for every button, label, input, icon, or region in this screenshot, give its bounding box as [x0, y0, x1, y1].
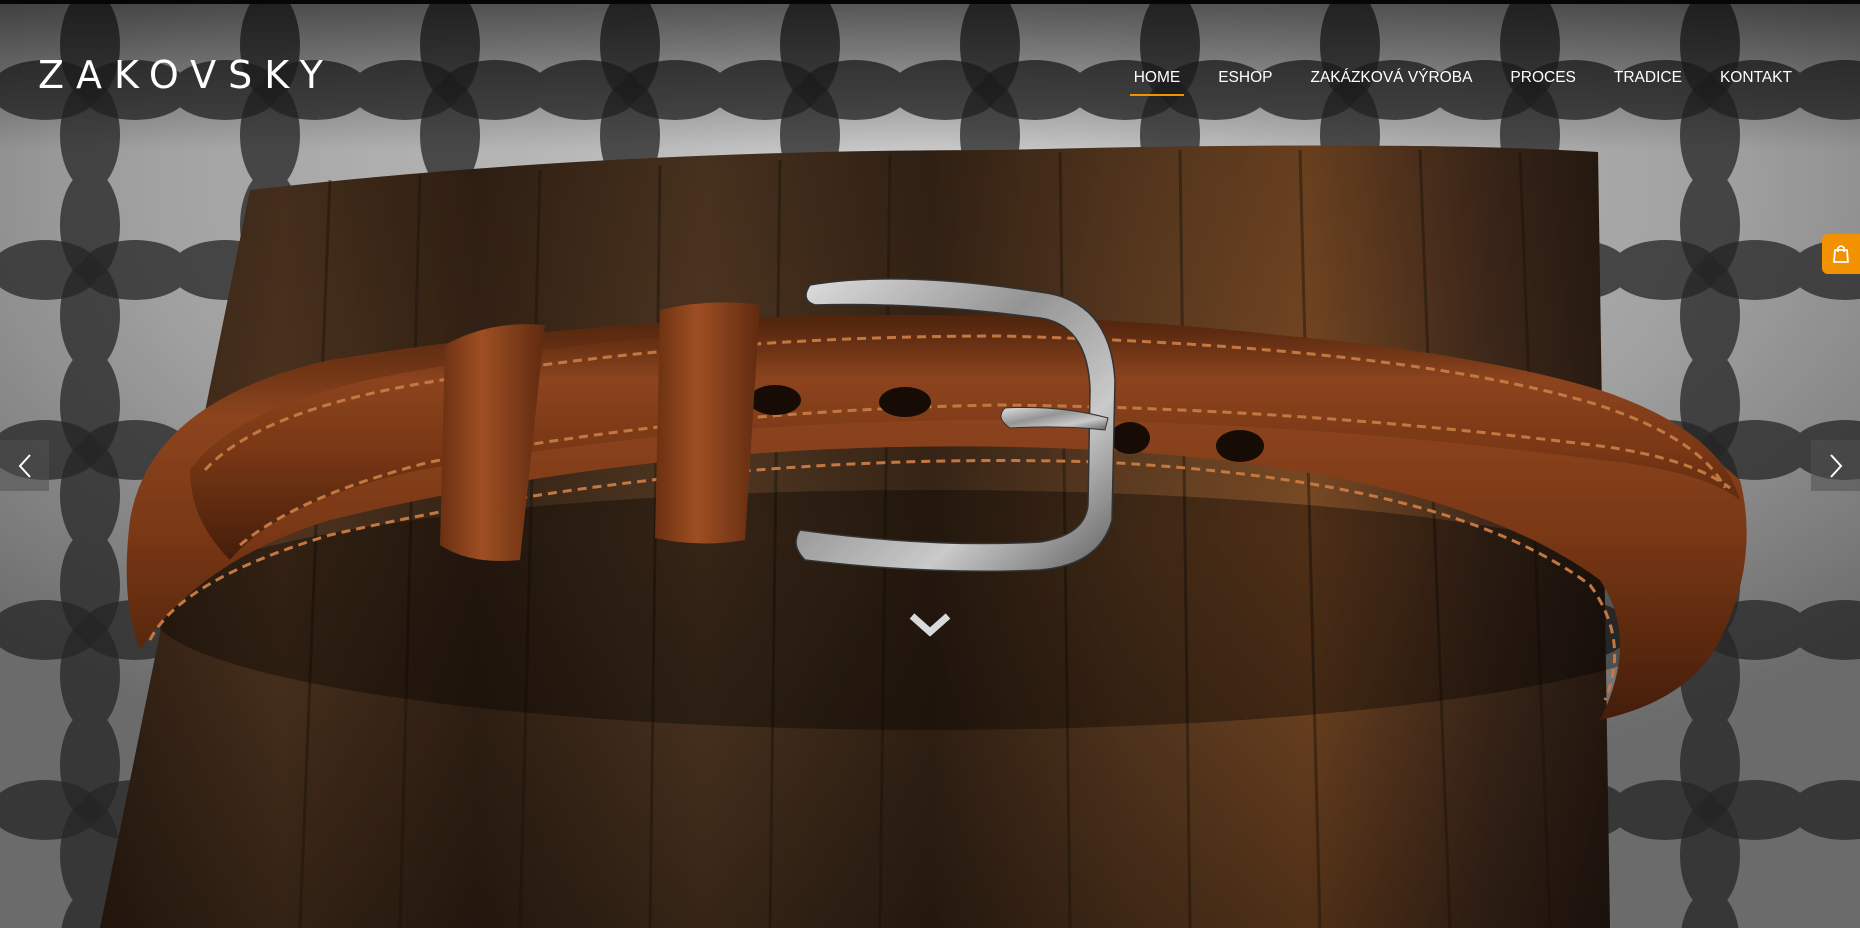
nav-item-home[interactable]: HOME [1129, 64, 1184, 96]
site-logo[interactable]: ZAKOVSKY [38, 54, 335, 96]
shopping-bag-icon [1833, 245, 1849, 263]
chevron-down-icon [909, 613, 951, 637]
slider-prev-button[interactable] [0, 440, 49, 491]
nav-item-tradition[interactable]: TRADICE [1614, 64, 1682, 96]
hero-slider: ZAKOVSKY HOME ESHOP ZAKÁZKOVÁ VÝROBA PRO… [0, 0, 1860, 928]
scroll-down-button[interactable] [907, 608, 953, 642]
nav-item-contact[interactable]: KONTAKT [1720, 64, 1792, 96]
cart-button[interactable] [1822, 234, 1860, 274]
main-navigation: HOME ESHOP ZAKÁZKOVÁ VÝROBA PROCES TRADI… [1096, 64, 1792, 96]
chevron-left-icon [18, 453, 31, 478]
nav-item-eshop[interactable]: ESHOP [1218, 64, 1272, 96]
nav-item-process[interactable]: PROCES [1510, 64, 1575, 96]
chevron-right-icon [1829, 453, 1842, 478]
slider-next-button[interactable] [1811, 440, 1860, 491]
nav-item-custom-production[interactable]: ZAKÁZKOVÁ VÝROBA [1310, 64, 1472, 96]
